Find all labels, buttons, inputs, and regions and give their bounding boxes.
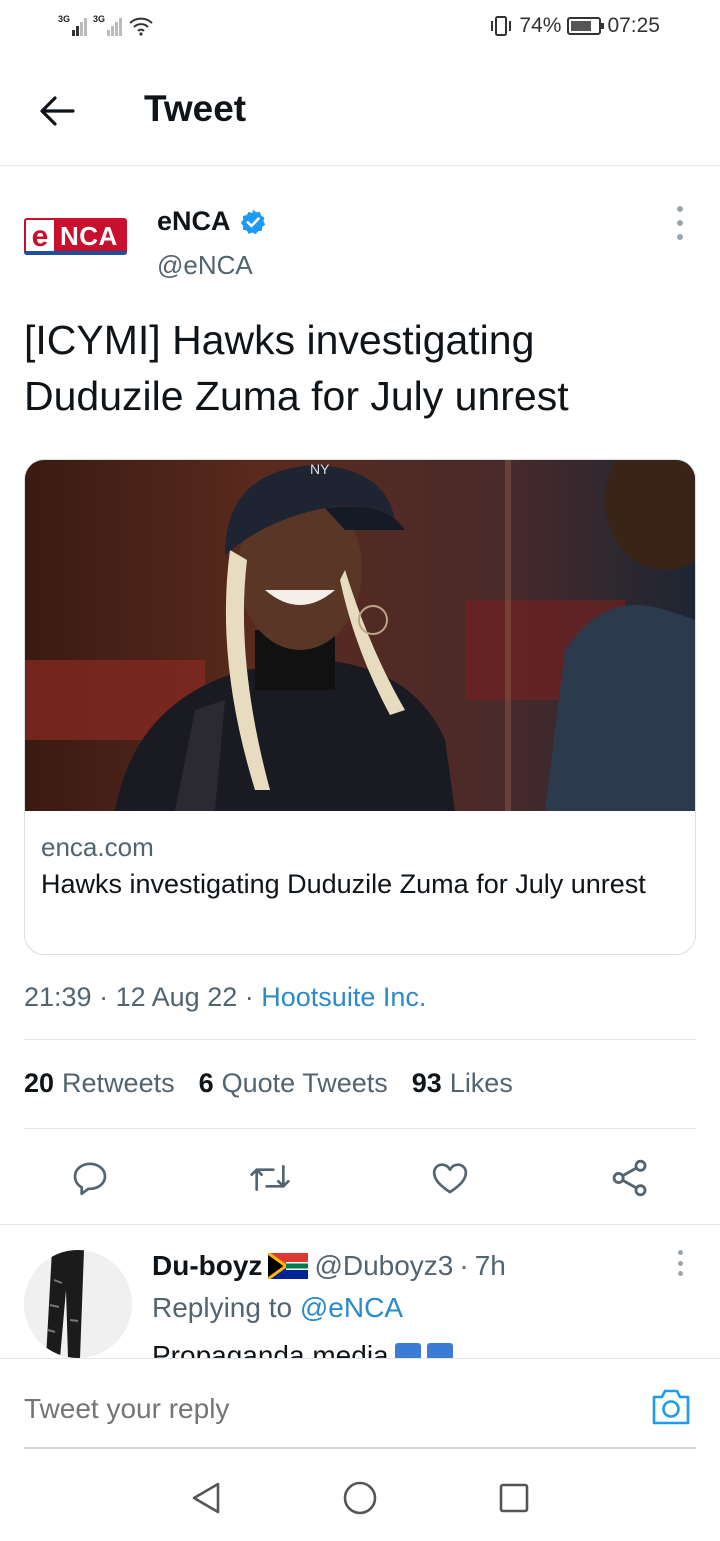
logo-text: NCA (60, 221, 118, 251)
signal-icon-sim2: 3G (93, 14, 122, 36)
back-button[interactable] (34, 88, 80, 134)
more-dot-icon (677, 220, 683, 226)
quote-tweets-count: 6 (198, 1068, 214, 1098)
circle-home-icon (343, 1481, 377, 1515)
reply-header: Du-boyz @Duboyz3 · 7h (152, 1250, 506, 1282)
divider (24, 1039, 696, 1040)
tweet-actions (0, 1150, 720, 1206)
replying-to: Replying to @eNCA (152, 1292, 403, 1324)
back-arrow-icon (40, 96, 75, 126)
south-africa-flag-icon (268, 1253, 309, 1279)
battery-percent: 74% (519, 14, 562, 37)
quote-tweets-stat[interactable]: 6 Quote Tweets (199, 1068, 388, 1099)
likes-stat[interactable]: 93 Likes (412, 1068, 513, 1099)
retweet-icon (250, 1165, 290, 1191)
reply-text-container: Propaganda media (152, 1336, 692, 1358)
replying-to-link[interactable]: @eNCA (300, 1292, 403, 1323)
battery-icon (567, 17, 605, 35)
author-name[interactable]: eNCA (157, 206, 267, 237)
more-dot-icon (677, 1250, 683, 1255)
network-type-label: 3G (58, 14, 71, 24)
author-name-text: eNCA (157, 206, 231, 236)
tweet-stats: 20 Retweets 6 Quote Tweets 93 Likes (24, 1068, 513, 1099)
page-title: Tweet (144, 88, 247, 129)
nav-recents-button[interactable] (496, 1480, 532, 1516)
more-dot-icon (677, 206, 683, 212)
clock: 07:25 (607, 14, 660, 37)
app-header: Tweet (0, 56, 720, 166)
more-dot-icon (677, 1260, 683, 1266)
system-nav-bar (0, 1450, 720, 1541)
author-handle[interactable]: @eNCA (157, 250, 253, 281)
retweet-button[interactable] (246, 1150, 294, 1206)
like-button[interactable] (426, 1150, 474, 1206)
meta-separator: · (459, 1250, 469, 1281)
likes-count: 93 (411, 1068, 442, 1098)
logo-letter: e (24, 218, 56, 255)
camera-icon (652, 1389, 690, 1425)
reply-author-handle[interactable]: @Duboyz3 (314, 1250, 453, 1282)
restroom-emoji-icon (394, 1343, 421, 1358)
author-avatar[interactable]: e NCA (24, 218, 127, 255)
link-card[interactable]: NY enca.com Hawks investigating Duduzile… (24, 459, 696, 955)
quote-tweets-label: Quote Tweets (221, 1068, 388, 1098)
reply-composer (0, 1358, 720, 1450)
tweet-time: 21:39 (24, 982, 92, 1012)
wifi-icon (129, 17, 153, 36)
reply-avatar[interactable] (24, 1250, 132, 1358)
camera-button[interactable] (650, 1387, 692, 1427)
reply-more-options-button[interactable] (668, 1250, 692, 1276)
likes-label: Likes (449, 1068, 513, 1098)
divider (24, 1128, 696, 1129)
meta-separator: · (244, 982, 254, 1012)
tweet-date: 12 Aug 22 (115, 982, 238, 1012)
restroom-emoji-icon (426, 1343, 453, 1358)
tweet-text: [ICYMI] Hawks investigating Duduzile Zum… (24, 317, 569, 419)
meta-separator: · (99, 982, 109, 1012)
retweets-label: Retweets (62, 1068, 175, 1098)
reply-button[interactable] (66, 1150, 114, 1206)
heart-icon (432, 1163, 468, 1194)
retweets-stat[interactable]: 20 Retweets (24, 1068, 175, 1099)
divider (0, 1224, 720, 1225)
reply-icon (73, 1162, 107, 1196)
share-icon (612, 1159, 647, 1197)
verified-badge-icon (240, 209, 265, 234)
triangle-back-icon (192, 1482, 220, 1514)
more-dot-icon (677, 234, 683, 240)
reply-author-name[interactable]: Du-boyz (152, 1250, 262, 1282)
vibrate-icon (491, 16, 512, 36)
more-dot-icon (677, 1271, 683, 1276)
card-image: NY (25, 460, 695, 811)
share-button[interactable] (606, 1150, 654, 1206)
nav-back-button[interactable] (188, 1480, 224, 1516)
reply-text: Propaganda media (152, 1340, 389, 1358)
svg-text:NY: NY (310, 461, 330, 477)
square-recents-icon (499, 1483, 529, 1513)
reply-input[interactable] (24, 1393, 584, 1425)
input-underline (24, 1447, 696, 1449)
network-type-label: 3G (93, 14, 106, 24)
more-options-button[interactable] (668, 206, 692, 240)
signal-icon-sim1: 3G (58, 14, 87, 36)
card-domain: enca.com (41, 832, 154, 862)
replying-prefix: Replying to (152, 1292, 293, 1323)
tweet-source-link[interactable]: Hootsuite Inc. (261, 982, 426, 1012)
retweets-count: 20 (24, 1068, 55, 1098)
status-bar: 3G 3G 74% 07:25 (0, 0, 720, 56)
card-title: Hawks investigating Duduzile Zuma for Ju… (41, 869, 646, 899)
tweet-meta: 21:39 · 12 Aug 22 · Hootsuite Inc. (24, 982, 426, 1013)
nav-home-button[interactable] (342, 1480, 378, 1516)
reply-age: 7h (474, 1250, 506, 1281)
